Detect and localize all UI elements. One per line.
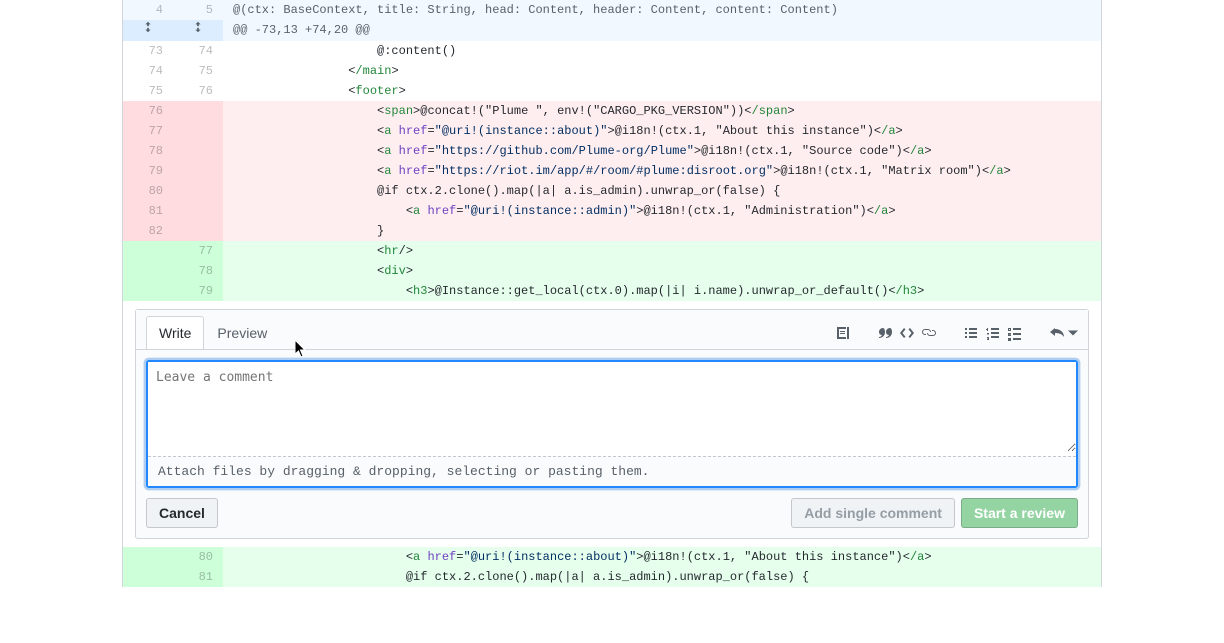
code-content: </main> [223,61,1101,81]
new-line-number[interactable]: 76 [173,81,223,101]
expand-down-icon[interactable] [173,20,223,41]
new-line-number[interactable] [173,201,223,221]
old-line-number[interactable]: 77 [123,121,173,141]
old-line-number: 4 [123,0,173,20]
diff-line[interactable]: 76 <span>@concat!("Plume ", env!("CARGO_… [123,101,1101,121]
code-content: <span>@concat!("Plume ", env!("CARGO_PKG… [223,101,1101,121]
diff-line[interactable]: 82 } [123,221,1101,241]
old-line-number[interactable]: 79 [123,161,173,181]
old-line-number[interactable]: 73 [123,41,173,61]
old-line-number[interactable]: 80 [123,181,173,201]
markdown-toolbar [816,322,1078,344]
suggestion-icon[interactable] [832,322,854,344]
old-line-number[interactable]: 75 [123,81,173,101]
code-content: <a href="@uri!(instance::admin)">@i18n!(… [223,201,1101,221]
diff-line[interactable]: 80 <a href="@uri!(instance::about)">@i18… [123,547,1101,567]
code-content: @(ctx: BaseContext, title: String, head:… [223,0,1101,20]
old-line-number[interactable] [123,567,173,587]
start-review-button[interactable]: Start a review [961,498,1078,528]
tab-write[interactable]: Write [146,316,204,349]
new-line-number[interactable]: 77 [173,241,223,261]
comment-textarea[interactable] [148,362,1076,452]
code-content: @if ctx.2.clone().map(|a| a.is_admin).un… [223,567,1101,587]
new-line-number[interactable]: 79 [173,281,223,301]
reply-icon[interactable] [1046,322,1068,344]
code-content: <a href="@uri!(instance::about)">@i18n!(… [223,121,1101,141]
code-content: <a href="https://github.com/Plume-org/Pl… [223,141,1101,161]
hunk-info: @@ -73,13 +74,20 @@ [223,20,1101,41]
code-content: <div> [223,261,1101,281]
cancel-button[interactable]: Cancel [146,498,218,528]
quote-icon[interactable] [874,322,896,344]
new-line-number[interactable]: 74 [173,41,223,61]
diff-line[interactable]: 74 75 </main> [123,61,1101,81]
diff-line[interactable]: 80 @if ctx.2.clone().map(|a| a.is_admin)… [123,181,1101,201]
code-icon[interactable] [896,322,918,344]
new-line-number[interactable] [173,121,223,141]
new-line-number: 5 [173,0,223,20]
expand-up-icon[interactable] [123,20,173,41]
new-line-number[interactable]: 80 [173,547,223,567]
code-content: } [223,221,1101,241]
attach-hint[interactable]: Attach files by dragging & dropping, sel… [148,456,1076,486]
tab-preview[interactable]: Preview [204,316,280,349]
old-line-number[interactable]: 81 [123,201,173,221]
hunk-header: @@ -73,13 +74,20 @@ [123,20,1101,41]
diff-line[interactable]: 81 @if ctx.2.clone().map(|a| a.is_admin)… [123,567,1101,587]
code-content: <h3>@Instance::get_local(ctx.0).map(|i| … [223,281,1101,301]
ordered-list-icon[interactable] [982,322,1004,344]
old-line-number[interactable] [123,261,173,281]
diff-table: 4 5 @(ctx: BaseContext, title: String, h… [123,0,1101,587]
unordered-list-icon[interactable] [960,322,982,344]
diff-line[interactable]: 78 <div> [123,261,1101,281]
old-line-number[interactable] [123,547,173,567]
code-content: <hr/> [223,241,1101,261]
old-line-number[interactable]: 78 [123,141,173,161]
new-line-number[interactable]: 75 [173,61,223,81]
diff-line[interactable]: 79 <h3>@Instance::get_local(ctx.0).map(|… [123,281,1101,301]
old-line-number[interactable]: 74 [123,61,173,81]
code-content: <a href="@uri!(instance::about)">@i18n!(… [223,547,1101,567]
code-content: <footer> [223,81,1101,101]
old-line-number[interactable]: 76 [123,101,173,121]
diff-line[interactable]: 78 <a href="https://github.com/Plume-org… [123,141,1101,161]
code-content: @:content() [223,41,1101,61]
new-line-number[interactable]: 78 [173,261,223,281]
diff-line[interactable]: 73 74 @:content() [123,41,1101,61]
new-line-number[interactable] [173,161,223,181]
add-single-comment-button[interactable]: Add single comment [791,498,955,528]
comment-box: Write Preview [135,309,1089,539]
comment-tabnav: Write Preview [136,310,1088,350]
diff-context-header: 4 5 @(ctx: BaseContext, title: String, h… [123,0,1101,20]
new-line-number[interactable]: 81 [173,567,223,587]
diff-line[interactable]: 75 76 <footer> [123,81,1101,101]
old-line-number[interactable] [123,241,173,261]
new-line-number[interactable] [173,141,223,161]
new-line-number[interactable] [173,181,223,201]
code-content: <a href="https://riot.im/app/#/room/#plu… [223,161,1101,181]
inline-comment-row: Write Preview [123,301,1101,547]
new-line-number[interactable] [173,101,223,121]
diff-line[interactable]: 81 <a href="@uri!(instance::admin)">@i18… [123,201,1101,221]
new-line-number[interactable] [173,221,223,241]
diff-line[interactable]: 79 <a href="https://riot.im/app/#/room/#… [123,161,1101,181]
old-line-number[interactable]: 82 [123,221,173,241]
task-list-icon[interactable] [1004,322,1026,344]
diff-line[interactable]: 77 <a href="@uri!(instance::about)">@i18… [123,121,1101,141]
code-content: @if ctx.2.clone().map(|a| a.is_admin).un… [223,181,1101,201]
caret-down-icon[interactable] [1068,322,1078,344]
old-line-number[interactable] [123,281,173,301]
link-icon[interactable] [918,322,940,344]
diff-line[interactable]: 77 <hr/> [123,241,1101,261]
